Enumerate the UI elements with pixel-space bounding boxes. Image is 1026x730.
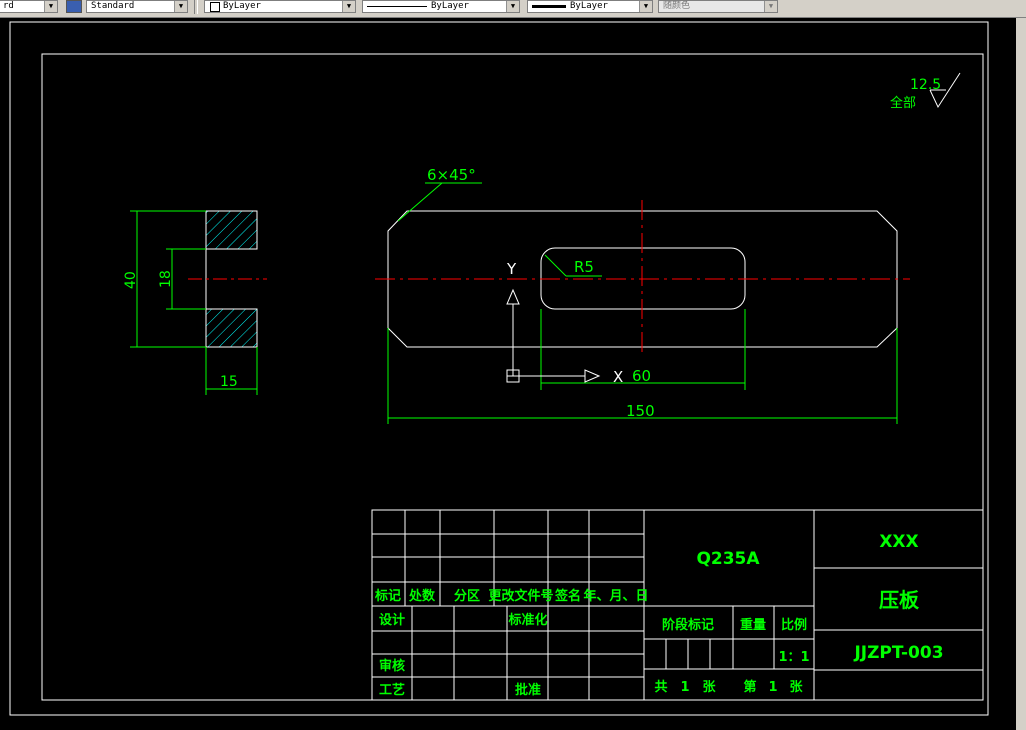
sheet-no-unit-label: 张 (789, 680, 803, 695)
chevron-down-icon[interactable]: ▼ (506, 1, 519, 12)
dim-height-label: 40 (123, 271, 139, 289)
roughness-value: 12.5 (910, 77, 941, 93)
vertical-scrollbar[interactable] (1015, 18, 1026, 730)
material-label: Q235A (696, 549, 760, 569)
part-name-label: 压板 (879, 588, 920, 612)
front-view: 6×45° R5 60 150 (375, 166, 910, 424)
header-change-doc: 更改文件号 (488, 588, 553, 604)
chevron-down-icon[interactable]: ▼ (342, 1, 355, 12)
radius-label: R5 (574, 258, 594, 276)
design-label: 设计 (379, 612, 405, 628)
review-label: 审核 (379, 658, 405, 674)
side-section-view: 40 18 15 (123, 210, 267, 395)
text-style-icon[interactable] (66, 0, 82, 13)
separator (194, 0, 198, 14)
ucs-x-label: X (613, 368, 623, 386)
company-label: XXX (879, 532, 918, 552)
drawing-canvas[interactable]: 12.5 全部 40 18 15 6×45° R5 60 150 Y X Q23… (0, 18, 1016, 730)
standardize-label: 标准化 (507, 612, 547, 628)
dim-hole-label: 18 (158, 270, 174, 288)
sheet-no-label: 第 (743, 679, 756, 695)
total-label: 共 (654, 679, 667, 695)
approve-label: 批准 (515, 682, 541, 698)
scale-value: 1：1 (778, 650, 809, 665)
chevron-down-icon[interactable]: ▼ (764, 1, 777, 12)
plot-style-combo[interactable]: 随颜色 ▼ (658, 0, 778, 13)
sheet-no-value: 1 (768, 680, 777, 695)
dim-total-length-label: 150 (626, 402, 655, 420)
process-label: 工艺 (379, 682, 405, 698)
weight-label: 重量 (740, 617, 766, 633)
style-combo[interactable]: rd ▼ (0, 0, 58, 13)
header-zone: 分区 (454, 588, 480, 604)
ucs-y-label: Y (506, 260, 517, 278)
chevron-down-icon[interactable]: ▼ (174, 1, 187, 12)
surface-roughness-symbol: 12.5 全部 (890, 72, 961, 111)
properties-toolbar: rd ▼ Standard ▼ ByLayer ▼ ByLayer ▼ ByLa… (0, 0, 1026, 18)
color-swatch-icon (210, 2, 220, 12)
lineweight-preview-icon (532, 5, 566, 8)
header-date: 年、月、日 (583, 588, 648, 604)
dim-thickness-label: 15 (220, 374, 238, 390)
drawing-number-label: JJZPT-003 (853, 643, 943, 663)
stage-mark-label: 阶段标记 (662, 617, 714, 633)
total-count: 1 (680, 680, 689, 695)
chamfer-label: 6×45° (427, 166, 476, 184)
header-count: 处数 (408, 588, 436, 604)
color-combo[interactable]: ByLayer ▼ (204, 0, 356, 13)
roughness-note: 全部 (890, 95, 916, 111)
header-mark: 标记 (374, 588, 401, 604)
sheet-outer-border (9, 21, 989, 716)
chevron-down-icon[interactable]: ▼ (639, 1, 652, 12)
text-style-combo[interactable]: Standard ▼ (86, 0, 188, 13)
linetype-preview-icon (367, 6, 427, 7)
scale-label: 比例 (781, 617, 807, 633)
header-signature: 签名 (554, 588, 581, 604)
linetype-combo[interactable]: ByLayer ▼ (362, 0, 520, 13)
dim-slot-length-label: 60 (632, 367, 651, 385)
chevron-down-icon[interactable]: ▼ (44, 1, 57, 12)
lineweight-combo[interactable]: ByLayer ▼ (527, 0, 653, 13)
sheets-unit-label: 张 (702, 680, 716, 695)
